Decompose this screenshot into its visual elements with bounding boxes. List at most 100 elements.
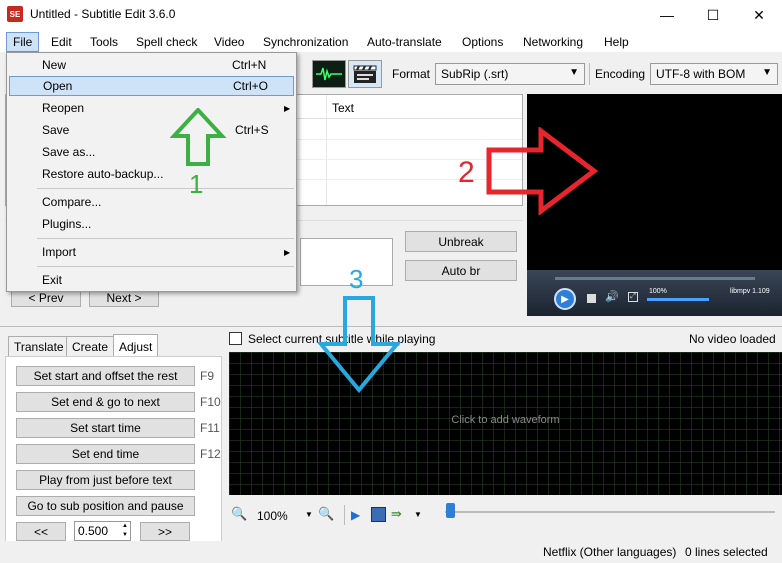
menu-item-shortcut: Ctrl+S <box>235 123 269 137</box>
menu-help[interactable]: Help <box>598 33 635 51</box>
shortcut-label: F9 <box>200 369 215 383</box>
menu-synchronization[interactable]: Synchronization <box>257 33 354 51</box>
waveform-position-track[interactable] <box>445 511 775 513</box>
menu-file[interactable]: File <box>6 32 40 52</box>
set-end-next-button[interactable]: Set end & go to next <box>16 392 195 412</box>
step-value-input[interactable]: 0.500 ▲ ▼ <box>74 521 131 541</box>
menu-item-shortcut: Ctrl+N <box>232 58 267 72</box>
fullscreen-icon[interactable]: ⤢ <box>628 292 638 302</box>
menu-item-exit[interactable]: Exit <box>9 270 294 290</box>
menu-options[interactable]: Options <box>456 33 509 51</box>
subtitle-text-box[interactable] <box>300 238 393 286</box>
annotation-blue-arrow-icon <box>316 296 402 394</box>
menu-spell-check[interactable]: Spell check <box>130 33 203 51</box>
window-title: Untitled - Subtitle Edit 3.6.0 <box>30 7 176 21</box>
step-value: 0.500 <box>78 524 109 538</box>
format-select[interactable]: SubRip (.srt) ▼ <box>435 63 585 85</box>
submenu-arrow-icon: ▶ <box>284 103 291 113</box>
volume-icon[interactable]: 🔊 <box>605 290 619 303</box>
spinner-icon[interactable]: ▲ ▼ <box>122 522 128 540</box>
menu-video[interactable]: Video <box>208 33 250 51</box>
play-icon[interactable]: ▶ <box>554 288 576 310</box>
zoom-out-icon[interactable]: 🔍 <box>231 506 247 522</box>
title-bar: SE Untitled - Subtitle Edit 3.6.0 — ☐ ✕ <box>0 0 782 30</box>
menu-item-label: Save <box>42 123 70 137</box>
auto-br-button[interactable]: Auto br <box>405 260 517 281</box>
app-icon: SE <box>7 6 23 22</box>
shortcut-label: F10 <box>200 395 221 409</box>
select-current-checkbox[interactable] <box>229 332 242 345</box>
player-name: libmpv 1.109 <box>730 288 770 295</box>
menu-item-save[interactable]: Save Ctrl+S <box>9 120 294 140</box>
set-start-time-button[interactable]: Set start time <box>16 418 195 438</box>
grid-column-divider <box>326 95 327 205</box>
stop-icon[interactable] <box>587 294 596 303</box>
play-icon[interactable]: ▶ <box>351 508 360 522</box>
menu-item-label: Exit <box>42 273 63 287</box>
minimize-button[interactable]: — <box>644 0 690 30</box>
encoding-select[interactable]: UTF-8 with BOM ▼ <box>650 63 778 85</box>
menu-item-new[interactable]: New Ctrl+N <box>9 55 294 75</box>
zoom-dropdown-icon[interactable]: ▼ <box>305 510 313 519</box>
waveform-position-thumb[interactable] <box>446 503 455 518</box>
menu-tools[interactable]: Tools <box>84 33 124 51</box>
unbreak-button[interactable]: Unbreak <box>405 231 517 252</box>
menu-separator <box>37 238 294 239</box>
step-back-button[interactable]: << <box>16 522 66 541</box>
menu-item-restore-backup[interactable]: Restore auto-backup... <box>9 164 294 184</box>
menu-item-label: Restore auto-backup... <box>42 167 164 181</box>
menu-item-import[interactable]: Import ▶ <box>9 242 294 262</box>
menu-item-label: Plugins... <box>42 217 92 231</box>
format-value: SubRip (.srt) <box>441 67 509 81</box>
annotation-number-3: 3 <box>349 264 364 294</box>
video-controls: ▶ 🔊 ⤢ 100% libmpv 1.109 <box>527 270 782 316</box>
close-button[interactable]: ✕ <box>736 0 782 30</box>
format-label: Format <box>392 67 431 81</box>
menu-item-open[interactable]: Open Ctrl+O <box>9 76 294 96</box>
go-to-sub-position-button[interactable]: Go to sub position and pause <box>16 496 195 516</box>
menu-bar: File Edit Tools Spell check Video Synchr… <box>0 30 782 52</box>
waveform-icon[interactable] <box>312 60 346 88</box>
status-bar: Netflix (Other languages) 0 lines select… <box>0 541 782 563</box>
menu-item-label: Import <box>42 245 77 259</box>
chevron-down-icon[interactable]: ▼ <box>414 510 422 519</box>
chevron-down-icon: ▼ <box>762 67 772 78</box>
tab-adjust[interactable]: Adjust <box>113 334 159 358</box>
play-before-text-button[interactable]: Play from just before text <box>16 470 195 490</box>
set-end-time-button[interactable]: Set end time <box>16 444 195 464</box>
menu-item-compare[interactable]: Compare... <box>9 192 294 212</box>
forward-arrows-icon[interactable]: ⇛ <box>391 506 402 522</box>
video-position-slider[interactable] <box>555 277 755 280</box>
menu-separator <box>37 266 294 267</box>
menu-networking[interactable]: Networking <box>517 33 589 51</box>
set-start-offset-button[interactable]: Set start and offset the rest <box>16 366 195 386</box>
annotation-green-arrow-icon <box>170 108 227 166</box>
tab-create[interactable]: Create <box>66 336 115 356</box>
submenu-arrow-icon: ▶ <box>284 247 291 257</box>
zoom-value: 100% <box>257 509 288 523</box>
menu-edit[interactable]: Edit <box>45 33 78 51</box>
menu-item-save-as[interactable]: Save as... <box>9 142 294 162</box>
step-forward-button[interactable]: >> <box>140 522 190 541</box>
menu-item-shortcut: Ctrl+O <box>233 79 269 93</box>
menu-item-label: Reopen <box>42 101 85 115</box>
film-strip-icon[interactable] <box>371 507 386 522</box>
menu-item-plugins[interactable]: Plugins... <box>9 214 294 234</box>
zoom-in-icon[interactable]: 🔍 <box>318 506 334 522</box>
grid-column-text[interactable]: Text <box>332 101 354 115</box>
shortcut-label: F12 <box>200 447 221 461</box>
status-profile: Netflix (Other languages) <box>543 545 677 559</box>
maximize-button[interactable]: ☐ <box>690 0 736 30</box>
menu-auto-translate[interactable]: Auto-translate <box>361 33 448 51</box>
chevron-down-icon: ▼ <box>569 67 579 78</box>
volume-slider[interactable] <box>647 298 709 301</box>
encoding-value: UTF-8 with BOM <box>656 67 746 81</box>
status-lines-selected: 0 lines selected <box>685 545 768 559</box>
menu-item-reopen[interactable]: Reopen ▶ <box>9 98 294 118</box>
annotation-number-1: 1 <box>189 169 204 199</box>
clapperboard-icon[interactable] <box>348 60 382 88</box>
tab-translate[interactable]: Translate <box>8 336 70 356</box>
encoding-label: Encoding <box>595 67 646 81</box>
waveform-hint: Click to add waveform <box>451 414 560 426</box>
volume-percent: 100% <box>649 288 667 295</box>
